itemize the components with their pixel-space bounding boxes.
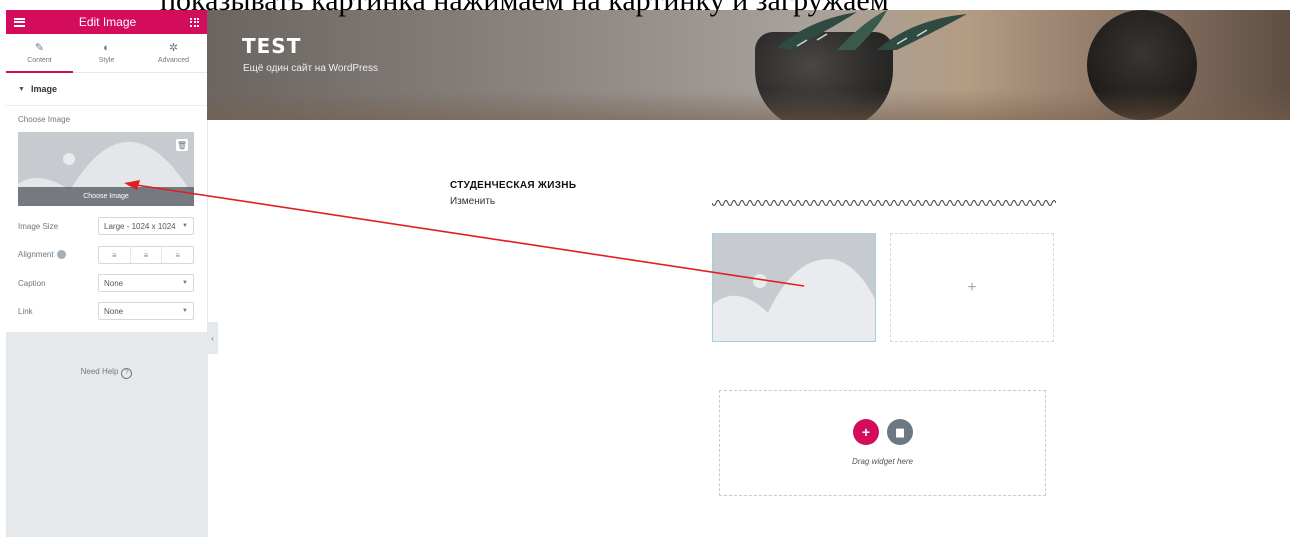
panel-tabs: ✎ Content ◐ Style ✲ Advanced [6, 34, 207, 73]
tab-content-label: Content [27, 56, 52, 64]
site-title[interactable]: TEST [242, 34, 301, 58]
image-chooser[interactable]: 🗑 Choose Image [18, 132, 194, 206]
tab-style-label: Style [98, 56, 115, 64]
link-row: Link None ▼ [18, 302, 194, 320]
wavy-divider [712, 200, 1056, 206]
align-right-button[interactable]: ≡ [162, 247, 193, 263]
drag-widget-hint: Drag widget here [852, 457, 913, 466]
image-placeholder-icon [713, 259, 875, 341]
caret-down-icon: ▼ [18, 85, 25, 93]
panel-footer-area: Need Help? [6, 332, 207, 537]
chevron-left-icon: ‹ [211, 333, 214, 343]
tab-style[interactable]: ◐ Style [73, 34, 140, 72]
caption-row: Caption None ▼ [18, 274, 194, 292]
tab-content[interactable]: ✎ Content [6, 34, 73, 73]
annotation-caption: показывать картинка нажимаем на картинку… [160, 0, 889, 17]
image-size-row: Image Size Large - 1024 x 1024 ▼ [18, 217, 194, 235]
site-tagline: Ещё один сайт на WordPress [243, 63, 378, 74]
caption-select[interactable]: None ▼ [98, 274, 194, 292]
chevron-down-icon: ▼ [182, 308, 188, 314]
alignment-control: ≡ ≡ ≡ [98, 246, 194, 264]
alignment-label-wrap: Alignment [18, 249, 66, 260]
choose-image-overlay[interactable]: Choose Image [18, 187, 194, 206]
pencil-icon: ✎ [34, 41, 45, 54]
section-toggle-image[interactable]: ▼ Image [6, 73, 207, 106]
align-left-button[interactable]: ≡ [99, 247, 131, 263]
contrast-icon: ◐ [103, 41, 110, 54]
trash-icon[interactable]: 🗑 [176, 139, 188, 151]
caption-label: Caption [18, 278, 46, 288]
content-section-title: СТУДЕНЧЕСКАЯ ЖИЗНЬ [450, 180, 577, 191]
help-question-icon: ? [121, 368, 133, 379]
alignment-row: Alignment ≡ ≡ ≡ [18, 246, 194, 264]
collapse-panel-handle[interactable]: ‹ [207, 322, 218, 354]
edit-link[interactable]: Изменить [450, 196, 495, 207]
add-section-dropzone: + ▆ Drag widget here [719, 390, 1046, 496]
image-widget[interactable] [712, 233, 876, 342]
tab-advanced-label: Advanced [157, 56, 190, 64]
caption-value: None [104, 278, 124, 288]
widgets-grid-icon[interactable] [190, 17, 199, 27]
need-help-label: Need Help [80, 367, 119, 376]
alignment-label: Alignment [18, 250, 54, 260]
link-select[interactable]: None ▼ [98, 302, 194, 320]
chevron-down-icon: ▼ [182, 223, 188, 229]
section-title: Image [30, 84, 57, 94]
folder-icon: ▆ [896, 426, 904, 438]
chevron-down-icon: ▼ [182, 280, 188, 286]
link-label: Link [18, 306, 33, 316]
gear-icon: ✲ [168, 41, 179, 54]
image-size-value: Large - 1024 x 1024 [104, 221, 176, 231]
add-template-button[interactable]: ▆ [887, 419, 913, 445]
choose-image-label: Choose Image [18, 115, 71, 124]
editor-panel: Edit Image ✎ Content ◐ Style ✲ Advanced … [6, 10, 208, 537]
plus-icon: + [967, 278, 977, 296]
need-help-link[interactable]: Need Help? [6, 367, 207, 379]
add-section-button[interactable]: + [853, 419, 879, 445]
tab-advanced[interactable]: ✲ Advanced [140, 34, 207, 72]
panel-title: Edit Image [78, 15, 137, 29]
image-size-label: Image Size [18, 221, 59, 231]
table-surface [207, 90, 1290, 120]
add-column-placeholder[interactable]: + [890, 233, 1054, 342]
link-value: None [104, 306, 124, 316]
align-center-button[interactable]: ≡ [131, 247, 163, 263]
image-size-select[interactable]: Large - 1024 x 1024 ▼ [98, 217, 194, 235]
responsive-device-icon[interactable] [56, 249, 66, 259]
hamburger-menu-icon[interactable] [14, 17, 25, 27]
